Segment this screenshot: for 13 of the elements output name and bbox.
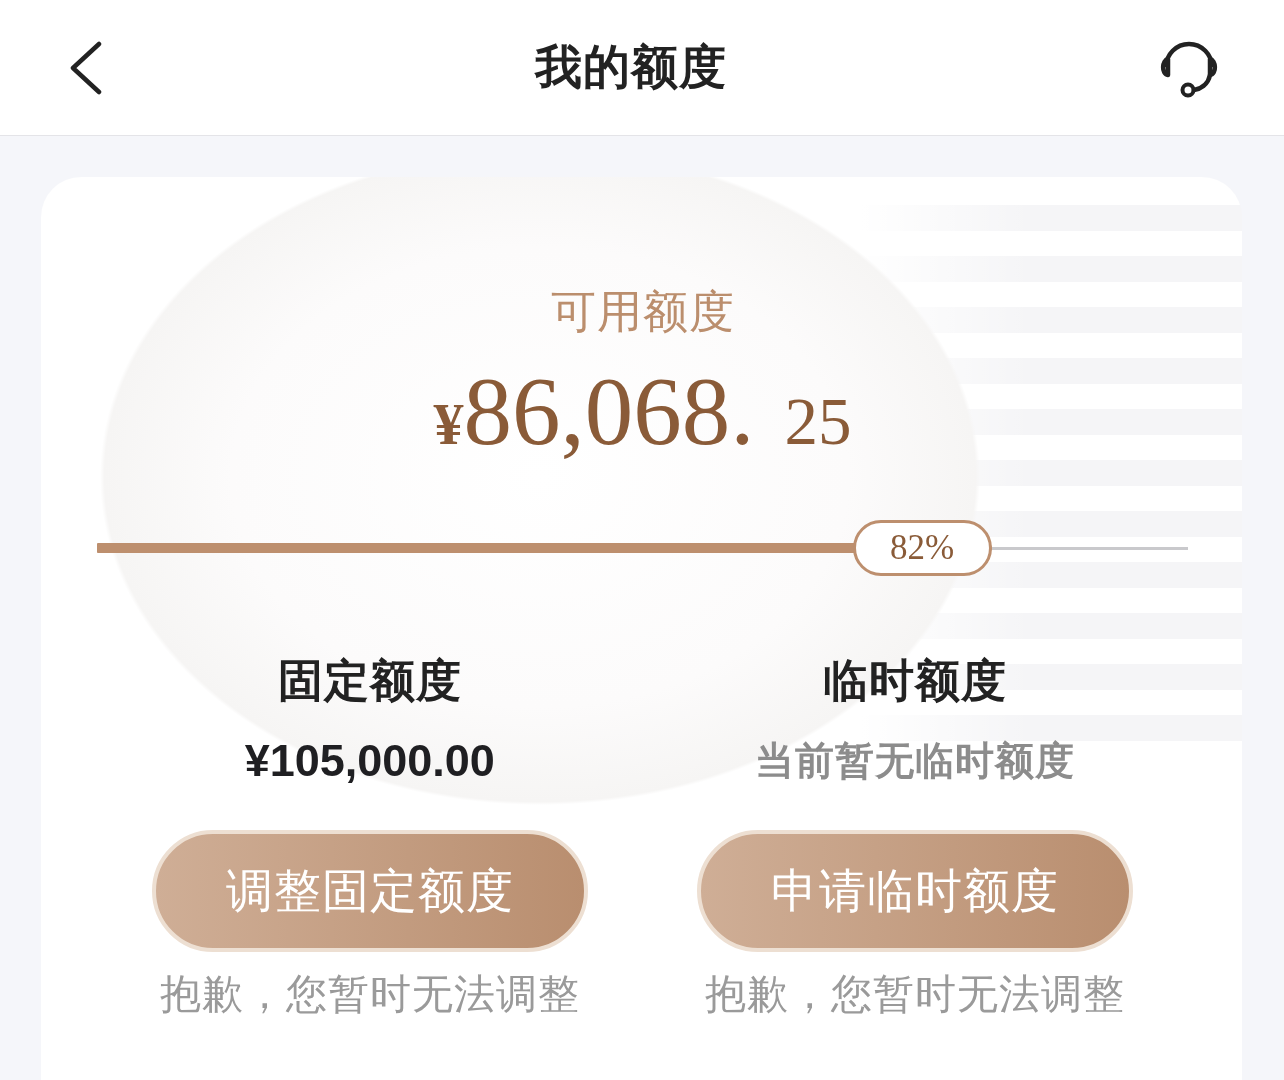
page-title: 我的额度 [535,39,727,95]
quota-action-button[interactable]: 申请临时额度 [697,830,1134,952]
quota-status-text: 当前暂无临时额度 [755,738,1076,784]
quota-action-button[interactable]: 调整固定额度 [151,830,588,952]
quota-title: 固定额度 [277,654,462,708]
percent-badge: 82% [852,520,992,576]
available-label: 可用额度 [550,285,735,339]
quota-amount: ¥105,000.00 [244,734,495,788]
quota-title: 临时额度 [823,654,1008,708]
quota-note: 抱歉，您暂时无法调整 [705,970,1126,1019]
quota-note: 抱歉，您暂时无法调整 [159,970,580,1019]
available-amount: ¥86,068. 25 [433,357,852,467]
back-icon[interactable] [68,40,104,95]
